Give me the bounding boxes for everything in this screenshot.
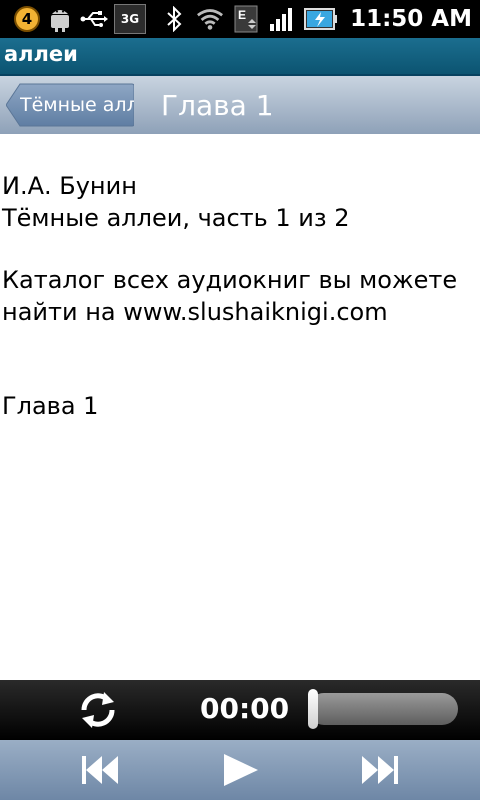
play-icon[interactable] xyxy=(218,748,262,792)
app-title: аллеи xyxy=(4,42,78,66)
app-title-bar: аллеи xyxy=(0,38,480,76)
battery-icon xyxy=(304,5,338,33)
notification-badge-icon: 4 xyxy=(14,6,40,32)
book-content: И.А. Бунин Тёмные аллеи, часть 1 из 2 Ка… xyxy=(0,134,480,680)
chapter-title: Глава 1 xyxy=(161,89,274,122)
wifi-icon xyxy=(196,5,224,33)
progress-slider[interactable] xyxy=(308,689,458,729)
back-button-label: Тёмные алл xyxy=(20,94,134,116)
playback-controls xyxy=(0,740,480,800)
catalog-text-line-2: найти на www.slushaiknigi.com xyxy=(2,298,388,326)
catalog-text-line-1: Каталог всех аудиокниг вы можете xyxy=(2,266,458,294)
fast-forward-icon[interactable] xyxy=(358,748,402,792)
player-bar: 00:00 xyxy=(0,680,480,740)
chapter-heading-text: Глава 1 xyxy=(2,392,99,420)
progress-track[interactable] xyxy=(308,693,458,725)
status-clock: 11:50 AM xyxy=(350,6,472,32)
data-activity-icon: E xyxy=(232,5,260,33)
svg-text:E: E xyxy=(238,8,246,22)
playback-time: 00:00 xyxy=(200,692,290,725)
bluetooth-icon xyxy=(160,5,188,33)
rewind-icon[interactable] xyxy=(78,748,122,792)
repeat-icon[interactable] xyxy=(74,686,122,734)
progress-knob[interactable] xyxy=(308,689,318,729)
3g-icon: 3G xyxy=(114,4,146,34)
status-bar: 4 3G E 11:50 AM xyxy=(0,0,480,38)
signal-icon xyxy=(268,5,296,33)
author-text: И.А. Бунин xyxy=(2,172,137,200)
android-icon xyxy=(46,5,74,33)
usb-icon xyxy=(80,5,108,33)
back-button[interactable]: Тёмные алл xyxy=(6,83,134,127)
navigation-bar: Тёмные алл Глава 1 xyxy=(0,76,480,134)
book-part-text: Тёмные аллеи, часть 1 из 2 xyxy=(2,204,350,232)
